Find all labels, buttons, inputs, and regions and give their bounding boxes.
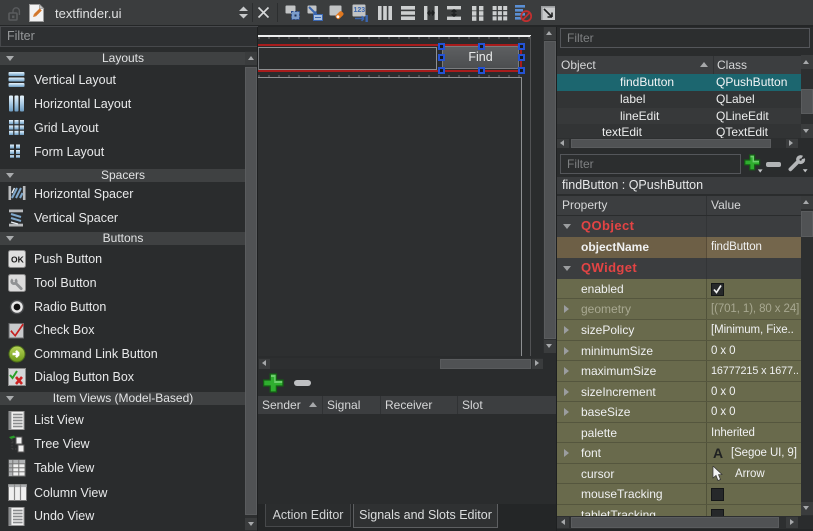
svg-text:OK: OK	[11, 255, 25, 265]
svg-text:123: 123	[354, 7, 366, 14]
